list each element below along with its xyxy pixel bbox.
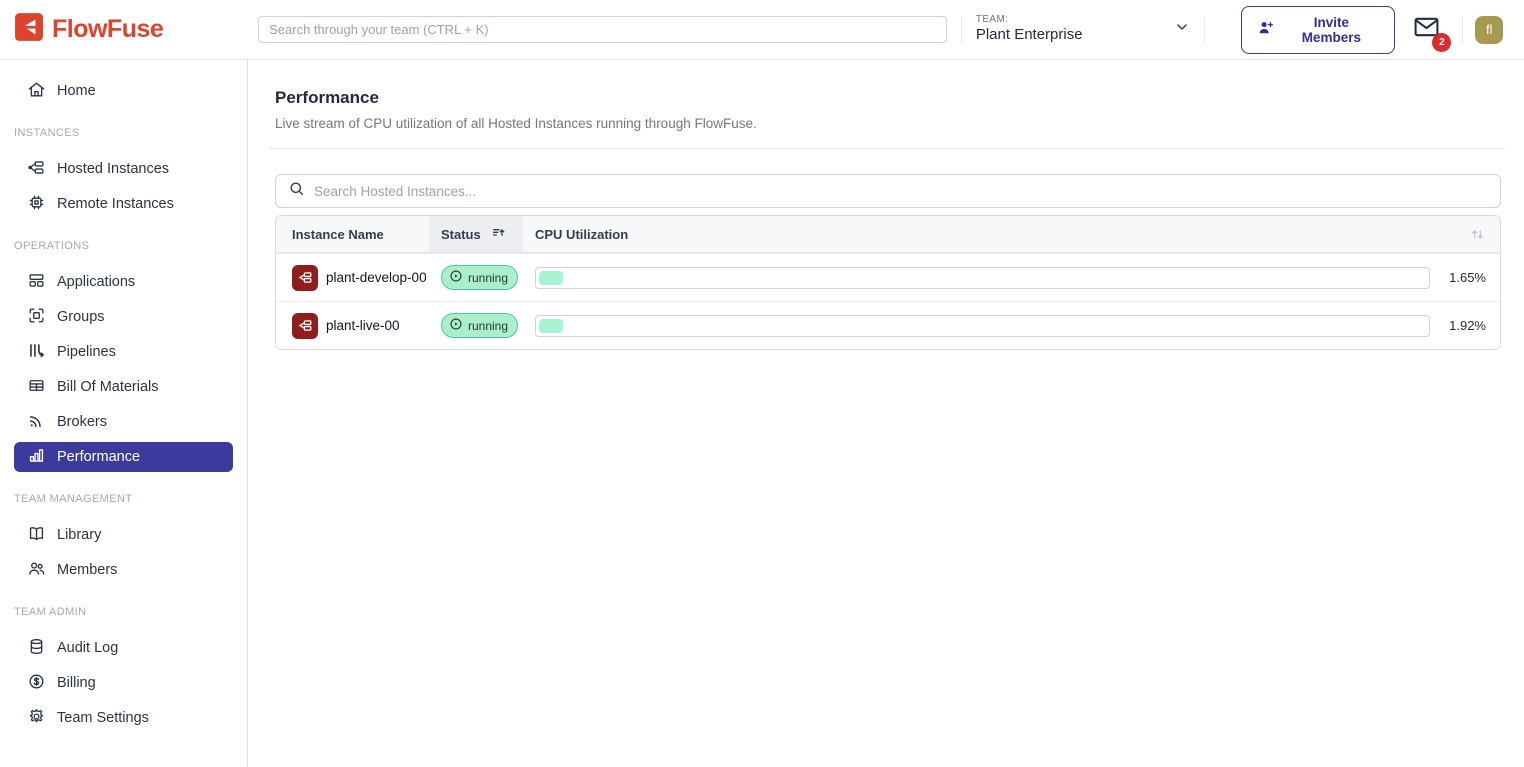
column-header-status[interactable]: Status xyxy=(429,216,523,252)
sidebar-item-performance[interactable]: Performance xyxy=(14,442,233,472)
top-header: FlowFuse TEAM: Plant Enterprise Invite M… xyxy=(0,0,1524,60)
sidebar-item-label: Applications xyxy=(57,274,135,290)
sidebar-item-remote-instances[interactable]: Remote Instances xyxy=(14,189,233,219)
instance-search-input[interactable] xyxy=(314,184,1488,199)
header-divider xyxy=(1204,17,1205,43)
sidebar-item-groups[interactable]: Groups xyxy=(14,302,233,332)
cpu-utilization-bar-fill xyxy=(539,271,563,285)
library-icon xyxy=(27,524,46,547)
sidebar-section-team-admin: TEAM ADMIN xyxy=(14,606,233,618)
sort-toggle-icon[interactable] xyxy=(1444,216,1500,252)
invite-members-button[interactable]: Invite Members xyxy=(1241,6,1395,54)
groups-icon xyxy=(27,306,46,329)
status-badge-label: running xyxy=(468,319,508,333)
chevron-down-icon xyxy=(1174,19,1190,40)
sidebar-item-label: Brokers xyxy=(57,414,107,430)
sidebar-item-audit-log[interactable]: Audit Log xyxy=(14,633,233,663)
sidebar-item-label: Library xyxy=(57,527,101,543)
audit-log-icon xyxy=(27,637,46,660)
sidebar-item-brokers[interactable]: Brokers xyxy=(14,407,233,437)
cpu-utilization-bar xyxy=(535,315,1430,337)
column-header-cpu-utilization[interactable]: CPU Utilization xyxy=(523,216,1444,252)
header-divider xyxy=(1462,17,1463,43)
main-content: Performance Live stream of CPU utilizati… xyxy=(248,60,1524,767)
user-avatar[interactable]: fl xyxy=(1475,16,1503,44)
applications-icon xyxy=(27,271,46,294)
pipelines-icon xyxy=(27,341,46,364)
team-settings-icon xyxy=(27,707,46,730)
cpu-utilization-value: 1.92% xyxy=(1430,318,1500,333)
sidebar-item-hosted-instances[interactable]: Hosted Instances xyxy=(14,154,233,184)
cpu-utilization-value: 1.65% xyxy=(1430,270,1500,285)
instance-search-box xyxy=(275,174,1501,208)
sidebar-item-home[interactable]: Home xyxy=(14,76,233,106)
sidebar-item-label: Performance xyxy=(57,449,140,465)
sidebar-item-library[interactable]: Library xyxy=(14,520,233,550)
flowfuse-logo-text: FlowFuse xyxy=(52,15,163,44)
sidebar-item-label: Hosted Instances xyxy=(57,161,169,177)
sidebar-item-label: Pipelines xyxy=(57,344,116,360)
team-name: Plant Enterprise xyxy=(976,26,1083,45)
instance-name: plant-live-00 xyxy=(326,318,400,333)
notifications-button[interactable]: 2 xyxy=(1413,15,1440,44)
remote-instances-icon xyxy=(27,193,46,216)
sidebar-item-label: Home xyxy=(57,83,96,99)
header-divider xyxy=(961,17,962,43)
cpu-utilization-bar-fill xyxy=(539,319,563,333)
sidebar-item-label: Members xyxy=(57,562,117,578)
instance-name: plant-develop-00 xyxy=(326,270,427,285)
page-subtitle: Live stream of CPU utilization of all Ho… xyxy=(275,116,1501,131)
sidebar-section-instances: INSTANCES xyxy=(14,127,233,139)
sidebar-item-team-settings[interactable]: Team Settings xyxy=(14,703,233,733)
members-icon xyxy=(27,559,46,582)
sidebar-item-label: Remote Instances xyxy=(57,196,174,212)
home-icon xyxy=(27,80,46,103)
instance-node-red-icon xyxy=(292,265,318,291)
sidebar-item-label: Billing xyxy=(57,675,96,691)
play-circle-icon xyxy=(449,317,463,334)
notification-count-badge: 2 xyxy=(1432,33,1451,52)
status-badge: running xyxy=(441,313,518,338)
status-badge-label: running xyxy=(468,271,508,285)
flowfuse-logo[interactable]: FlowFuse xyxy=(0,12,244,47)
content-divider xyxy=(269,148,1505,149)
table-row[interactable]: plant-live-00 running 1.92% xyxy=(276,301,1500,349)
sidebar-item-applications[interactable]: Applications xyxy=(14,267,233,297)
sidebar-nav: Home INSTANCES Hosted Instances Remote I… xyxy=(0,60,248,767)
sidebar-item-pipelines[interactable]: Pipelines xyxy=(14,337,233,367)
sidebar-item-label: Audit Log xyxy=(57,640,118,656)
flowfuse-logo-icon xyxy=(14,12,44,47)
sidebar-item-members[interactable]: Members xyxy=(14,555,233,585)
sidebar-item-billing[interactable]: Billing xyxy=(14,668,233,698)
sidebar-item-label: Team Settings xyxy=(57,710,149,726)
hosted-instances-icon xyxy=(27,158,46,181)
billing-icon xyxy=(27,672,46,695)
sidebar-item-label: Bill Of Materials xyxy=(57,379,159,395)
sidebar-item-bill-of-materials[interactable]: Bill Of Materials xyxy=(14,372,233,402)
instances-table: Instance Name Status CPU Utilization xyxy=(275,215,1501,350)
invite-members-label: Invite Members xyxy=(1283,15,1379,45)
column-header-instance-name[interactable]: Instance Name xyxy=(276,216,429,252)
sidebar-item-label: Groups xyxy=(57,309,105,325)
performance-icon xyxy=(27,446,46,469)
team-selector[interactable]: TEAM: Plant Enterprise xyxy=(976,14,1190,45)
sidebar-section-team-management: TEAM MANAGEMENT xyxy=(14,493,233,505)
table-header-row: Instance Name Status CPU Utilization xyxy=(276,216,1500,253)
table-row[interactable]: plant-develop-00 running 1.65 xyxy=(276,253,1500,301)
cpu-utilization-bar xyxy=(535,267,1430,289)
team-label: TEAM: xyxy=(976,14,1083,27)
status-badge: running xyxy=(441,265,518,290)
team-search-input[interactable] xyxy=(258,16,947,43)
search-icon xyxy=(288,180,305,202)
page-title: Performance xyxy=(275,88,1501,108)
play-circle-icon xyxy=(449,269,463,286)
instance-node-red-icon xyxy=(292,313,318,339)
sort-bars-arrow-up-icon xyxy=(491,225,507,244)
column-header-status-label: Status xyxy=(441,227,481,242)
user-plus-icon xyxy=(1257,19,1275,40)
brokers-icon xyxy=(27,411,46,434)
bill-of-materials-icon xyxy=(27,376,46,399)
sidebar-section-operations: OPERATIONS xyxy=(14,240,233,252)
